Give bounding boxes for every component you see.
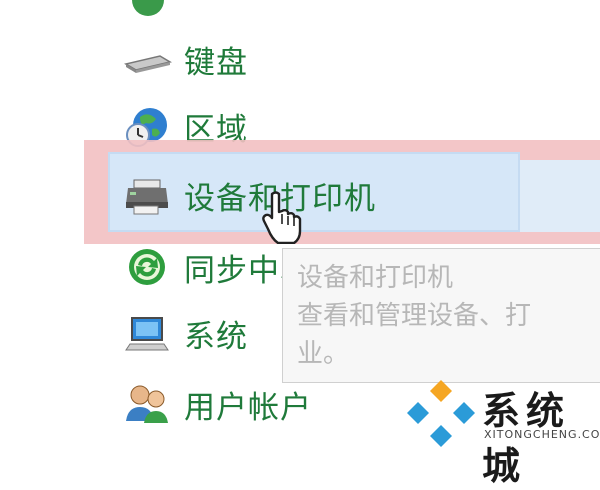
tooltip-description-line-1: 查看和管理设备、打: [297, 301, 532, 331]
item-label: 系统: [184, 318, 248, 355]
item-label: 用户帐户: [184, 389, 312, 426]
tooltip-description-line-2: 业。: [297, 339, 350, 369]
tooltip: 设备和打印机 查看和管理设备、打 业。: [282, 248, 600, 383]
control-panel-view: 键盘 区域 设备和打印机: [0, 0, 600, 488]
watermark-subtext: XITONGCHENG.COM: [484, 428, 600, 441]
item-system[interactable]: 系统: [122, 310, 248, 356]
watermark-logo-icon: [407, 380, 475, 447]
users-icon: [122, 381, 172, 427]
item-devices-and-printers[interactable]: 设备和打印机: [122, 172, 376, 218]
watermark: 系统城 XITONGCHENG.COM: [404, 376, 600, 488]
computer-icon: [122, 310, 172, 356]
sync-icon: [122, 244, 172, 290]
tooltip-title: 设备和打印机: [297, 263, 454, 293]
item-user-accounts[interactable]: 用户帐户: [122, 381, 312, 427]
selection-extension: [520, 160, 600, 232]
printer-icon: [122, 172, 172, 218]
item-keyboard[interactable]: 键盘: [122, 36, 248, 82]
partial-icon: [122, 0, 172, 20]
keyboard-icon: [122, 36, 172, 82]
hand-cursor-icon: [258, 190, 302, 245]
partial-item-top[interactable]: [122, 0, 172, 20]
item-label: 键盘: [184, 44, 248, 81]
